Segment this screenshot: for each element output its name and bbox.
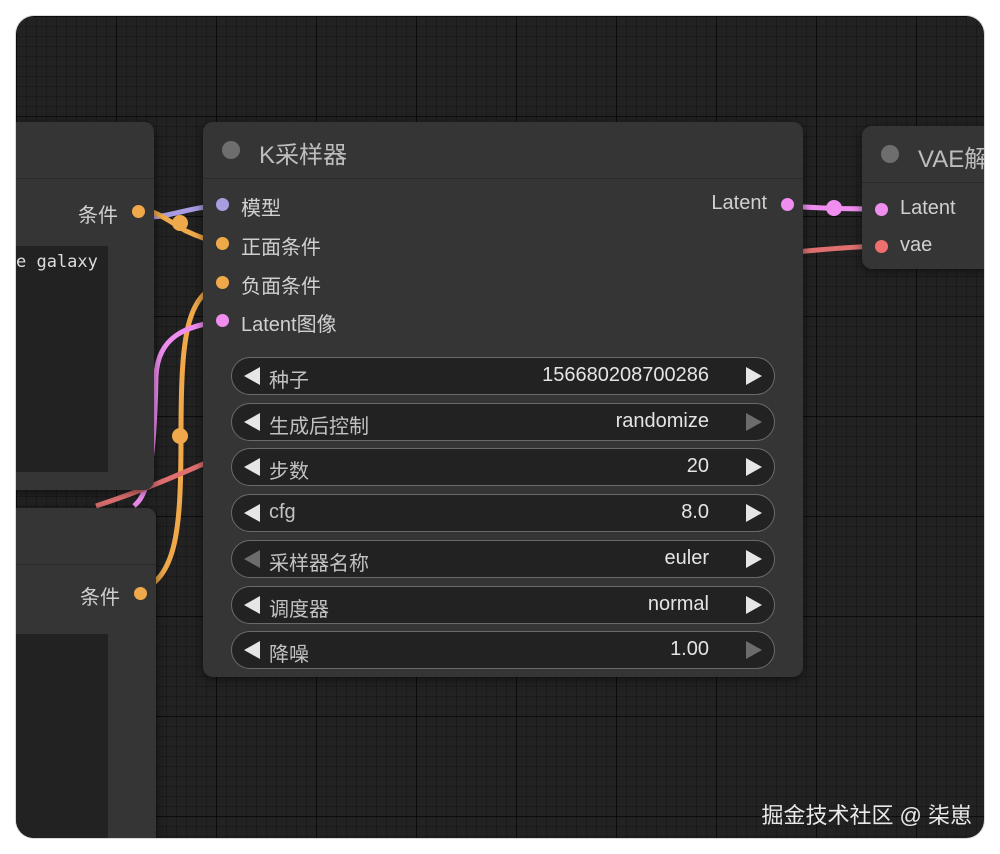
denoise-value: 1.00: [670, 638, 709, 660]
input-slot-positive[interactable]: [216, 237, 229, 250]
positive-prompt-node-title[interactable]: [16, 122, 154, 179]
ksampler-title: K采样器: [259, 142, 348, 169]
sampler-name-value: euler: [664, 547, 709, 569]
increment-arrow-icon[interactable]: [746, 367, 762, 385]
decrement-arrow-icon[interactable]: [244, 550, 260, 568]
input-label-latent: Latent: [900, 197, 956, 219]
decrement-arrow-icon[interactable]: [244, 413, 260, 431]
positive-prompt-node[interactable]: 条件 e galaxy: [16, 122, 154, 490]
positive-conditioning-output-label: 条件: [78, 205, 118, 227]
node-collapse-dot[interactable]: [881, 145, 899, 163]
denoise-label: 降噪: [269, 644, 309, 666]
input-label-positive: 正面条件: [241, 237, 321, 259]
input-slot-latent-image[interactable]: [216, 314, 229, 327]
increment-arrow-icon[interactable]: [746, 550, 762, 568]
output-label-latent: Latent: [711, 192, 767, 214]
negative-prompt-node[interactable]: 条件: [16, 508, 156, 838]
decrement-arrow-icon[interactable]: [244, 641, 260, 659]
cfg-widget[interactable]: cfg 8.0: [231, 494, 775, 532]
positive-conditioning-output-slot[interactable]: [132, 205, 145, 218]
seed-value: 156680208700286: [542, 364, 709, 386]
sampler-name-widget[interactable]: 采样器名称 euler: [231, 540, 775, 578]
input-slot-model[interactable]: [216, 198, 229, 211]
decrement-arrow-icon[interactable]: [244, 596, 260, 614]
reroute-dot-negative: [172, 428, 188, 444]
increment-arrow-icon[interactable]: [746, 458, 762, 476]
control-after-generate-widget[interactable]: 生成后控制 randomize: [231, 403, 775, 441]
input-slot-negative[interactable]: [216, 276, 229, 289]
watermark: 掘金技术社区 @ 柒崽: [761, 803, 972, 828]
output-slot-latent[interactable]: [781, 198, 794, 211]
increment-arrow-icon[interactable]: [746, 641, 762, 659]
decrement-arrow-icon[interactable]: [244, 458, 260, 476]
node-collapse-dot[interactable]: [222, 141, 240, 159]
reroute-dot-conditioning: [172, 215, 188, 231]
control-after-generate-label: 生成后控制: [269, 416, 369, 438]
negative-conditioning-output-label: 条件: [80, 587, 120, 609]
decrement-arrow-icon[interactable]: [244, 367, 260, 385]
steps-value: 20: [686, 455, 709, 477]
cfg-label: cfg: [269, 501, 296, 523]
negative-conditioning-output-slot[interactable]: [134, 587, 147, 600]
scheduler-widget[interactable]: 调度器 normal: [231, 586, 775, 624]
control-after-generate-value: randomize: [615, 410, 709, 432]
input-slot-latent[interactable]: [875, 203, 888, 216]
seed-widget[interactable]: 种子 156680208700286: [231, 357, 775, 395]
input-label-model: 模型: [241, 198, 281, 220]
vae-decode-title: VAE解: [918, 146, 984, 173]
input-slot-vae[interactable]: [875, 240, 888, 253]
vae-decode-node-title[interactable]: VAE解: [862, 126, 984, 183]
steps-widget[interactable]: 步数 20: [231, 448, 775, 486]
decrement-arrow-icon[interactable]: [244, 504, 260, 522]
reroute-dot-latent: [826, 200, 842, 216]
increment-arrow-icon[interactable]: [746, 413, 762, 431]
scheduler-label: 调度器: [269, 599, 329, 621]
input-label-latent-image: Latent图像: [241, 314, 337, 336]
denoise-widget[interactable]: 降噪 1.00: [231, 631, 775, 669]
input-label-vae: vae: [900, 234, 933, 256]
scheduler-value: normal: [647, 593, 709, 615]
steps-label: 步数: [269, 461, 309, 483]
cfg-value: 8.0: [681, 501, 709, 523]
sampler-name-label: 采样器名称: [269, 553, 369, 575]
ksampler-node[interactable]: K采样器 模型 正面条件 负面条件 Latent图像 Latent 种子 156…: [203, 122, 803, 677]
negative-prompt-textarea[interactable]: [16, 634, 108, 838]
positive-prompt-textarea[interactable]: e galaxy: [16, 246, 108, 472]
increment-arrow-icon[interactable]: [746, 504, 762, 522]
seed-label: 种子: [269, 370, 309, 392]
increment-arrow-icon[interactable]: [746, 596, 762, 614]
input-label-negative: 负面条件: [241, 276, 321, 298]
ksampler-node-title[interactable]: K采样器: [203, 122, 803, 179]
negative-prompt-node-title[interactable]: [16, 508, 156, 565]
vae-decode-node[interactable]: VAE解 Latent vae: [862, 126, 984, 269]
node-graph-canvas[interactable]: 条件 e galaxy 条件 K采样器 模型 正面条件 负面条件 Latent图…: [16, 16, 984, 838]
